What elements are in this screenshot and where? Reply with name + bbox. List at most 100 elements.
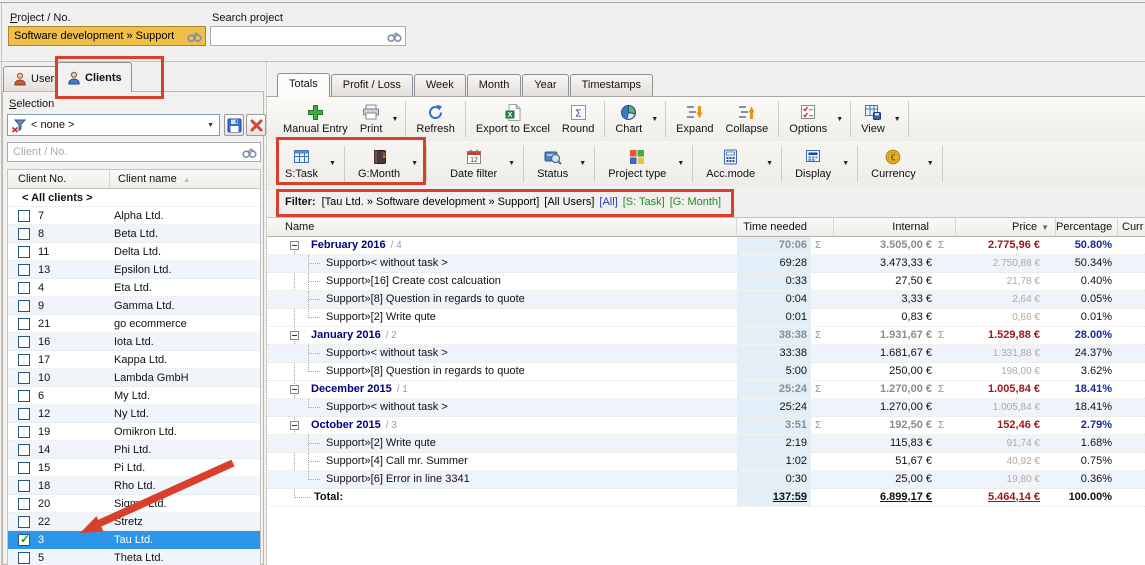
dropdown-arrow-icon[interactable]: ▼ — [677, 160, 684, 167]
dropdown-arrow-icon[interactable]: ▼ — [836, 116, 843, 123]
search-icon[interactable] — [187, 30, 202, 43]
task-row[interactable]: Support»[6] Error in line 3341 0:30 25,0… — [267, 471, 1145, 489]
dropdown-arrow-icon[interactable]: ▼ — [579, 160, 586, 167]
task-row[interactable]: Support»[4] Call mr. Summer 1:02 51,67 €… — [267, 453, 1145, 471]
client-checkbox[interactable] — [18, 300, 30, 312]
status-button[interactable]: Status — [529, 143, 576, 185]
client-row[interactable]: 10 Lambda GmbH — [8, 369, 260, 387]
acc-mode-button[interactable]: Acc.mode — [698, 143, 763, 185]
expand-button[interactable]: Expand — [670, 98, 719, 140]
chart-button[interactable]: Chart — [609, 98, 648, 140]
month-group-row[interactable]: December 2015/ 1 25:24 Σ 1.270,00 € Σ 1.… — [267, 381, 1145, 399]
column-currency[interactable]: Curr — [1118, 218, 1145, 236]
report-tab-year[interactable]: Year — [522, 74, 568, 96]
task-row[interactable]: Support»[2] Write qute 0:01 0,83 € 0,66 … — [267, 309, 1145, 327]
save-selection-button[interactable] — [224, 114, 244, 136]
client-checkbox[interactable] — [18, 444, 30, 456]
currency-button[interactable]: € Currency — [863, 143, 924, 185]
dropdown-arrow-icon[interactable]: ▼ — [766, 160, 773, 167]
group-month-button[interactable]: G:Month — [350, 143, 408, 185]
client-checkbox[interactable] — [18, 390, 30, 402]
client-checkbox[interactable] — [18, 318, 30, 330]
client-row[interactable]: 18 Rho Ltd. — [8, 477, 260, 495]
report-tab-totals[interactable]: Totals — [277, 73, 330, 97]
task-row[interactable]: Support»< without task > 33:38 1.681,67 … — [267, 345, 1145, 363]
task-row[interactable]: Support»[16] Create cost calcuation 0:33… — [267, 273, 1145, 291]
dropdown-arrow-icon[interactable]: ▼ — [411, 160, 418, 167]
client-filter-field[interactable] — [7, 142, 261, 162]
column-price[interactable]: Price▼ — [956, 218, 1056, 236]
client-row[interactable]: 5 Theta Ltd. — [8, 549, 260, 565]
task-row[interactable]: Support»[8] Question in regards to quote… — [267, 363, 1145, 381]
column-client-no[interactable]: Client No. — [8, 170, 110, 188]
project-selector-field[interactable] — [8, 26, 206, 46]
search-project-field[interactable] — [210, 26, 406, 46]
client-checkbox[interactable] — [18, 372, 30, 384]
client-checkbox[interactable] — [18, 498, 30, 510]
delete-selection-button[interactable] — [246, 114, 266, 136]
collapse-toggle-icon[interactable] — [290, 241, 299, 250]
month-group-row[interactable]: January 2016/ 2 38:38 Σ 1.931,67 € Σ 1.5… — [267, 327, 1145, 345]
month-group-row[interactable]: February 2016/ 4 70:06 Σ 3.505,00 € Σ 2.… — [267, 237, 1145, 255]
client-row[interactable]: 8 Beta Ltd. — [8, 225, 260, 243]
client-checkbox[interactable] — [18, 480, 30, 492]
collapse-button[interactable]: Collapse — [719, 98, 774, 140]
date-filter-button[interactable]: 12 Date filter — [442, 143, 505, 185]
column-internal[interactable]: Internal — [834, 218, 956, 236]
display-button[interactable]: Display — [787, 143, 839, 185]
client-row[interactable]: 16 Iota Ltd. — [8, 333, 260, 351]
client-checkbox[interactable] — [18, 516, 30, 528]
view-button[interactable]: View — [855, 98, 891, 140]
sort-task-button[interactable]: S:Task — [277, 143, 326, 185]
collapse-toggle-icon[interactable] — [290, 385, 299, 394]
dropdown-arrow-icon[interactable]: ▼ — [894, 116, 901, 123]
report-tab-week[interactable]: Week — [414, 74, 466, 96]
collapse-toggle-icon[interactable] — [290, 421, 299, 430]
task-row[interactable]: Support»< without task > 69:28 3.473,33 … — [267, 255, 1145, 273]
client-checkbox[interactable] — [18, 228, 30, 240]
client-row[interactable]: 15 Pi Ltd. — [8, 459, 260, 477]
export-to-excel-button[interactable]: X Export to Excel — [470, 98, 556, 140]
dropdown-arrow-icon[interactable]: ▼ — [651, 116, 658, 123]
dropdown-arrow-icon[interactable]: ▼ — [927, 160, 934, 167]
selection-combobox[interactable]: < none > ▼ — [7, 114, 220, 136]
dropdown-arrow-icon[interactable]: ▼ — [391, 116, 398, 123]
manual-entry-button[interactable]: Manual Entry — [277, 98, 354, 140]
collapse-toggle-icon[interactable] — [290, 331, 299, 340]
client-checkbox[interactable] — [18, 282, 30, 294]
client-row[interactable]: 9 Gamma Ltd. — [8, 297, 260, 315]
refresh-button[interactable]: Refresh — [410, 98, 461, 140]
options-button[interactable]: Options — [783, 98, 833, 140]
client-row[interactable]: 7 Alpha Ltd. — [8, 207, 260, 225]
client-checkbox[interactable] — [18, 552, 30, 564]
task-row[interactable]: Support»[8] Question in regards to quote… — [267, 291, 1145, 309]
client-row[interactable]: 21 go ecommerce — [8, 315, 260, 333]
client-row[interactable]: 13 Epsilon Ltd. — [8, 261, 260, 279]
report-tab-month[interactable]: Month — [467, 74, 522, 96]
client-checkbox[interactable] — [18, 210, 30, 222]
month-group-row[interactable]: October 2015/ 3 3:51 Σ 192,50 € Σ 152,46… — [267, 417, 1145, 435]
search-icon[interactable] — [387, 30, 402, 43]
report-tab-timestamps[interactable]: Timestamps — [570, 74, 654, 96]
dropdown-arrow-icon[interactable]: ▼ — [508, 160, 515, 167]
client-row[interactable]: 19 Omikron Ltd. — [8, 423, 260, 441]
tab-clients[interactable]: Clients — [57, 62, 132, 92]
client-row[interactable]: 14 Phi Ltd. — [8, 441, 260, 459]
client-checkbox[interactable] — [18, 408, 30, 420]
chevron-down-icon[interactable]: ▼ — [205, 122, 216, 129]
column-time-needed[interactable]: Time needed — [737, 218, 834, 236]
round-button[interactable]: Σ Round — [556, 98, 600, 140]
client-checkbox[interactable] — [18, 354, 30, 366]
total-row[interactable]: Total: 137:59 6.899,17 € 5.464,14 € 100.… — [267, 489, 1145, 507]
project-input[interactable] — [12, 30, 187, 42]
client-row[interactable]: 12 Ny Ltd. — [8, 405, 260, 423]
column-name[interactable]: Name — [267, 218, 737, 236]
all-clients-row[interactable]: < All clients > — [8, 189, 260, 207]
report-tab-profit-loss[interactable]: Profit / Loss — [331, 74, 413, 96]
column-percentage[interactable]: Percentage — [1056, 218, 1118, 236]
client-row[interactable]: 4 Eta Ltd. — [8, 279, 260, 297]
search-project-input[interactable] — [214, 30, 387, 42]
client-checkbox[interactable] — [18, 264, 30, 276]
client-row[interactable]: 6 My Ltd. — [8, 387, 260, 405]
client-row[interactable]: 22 Stretz — [8, 513, 260, 531]
